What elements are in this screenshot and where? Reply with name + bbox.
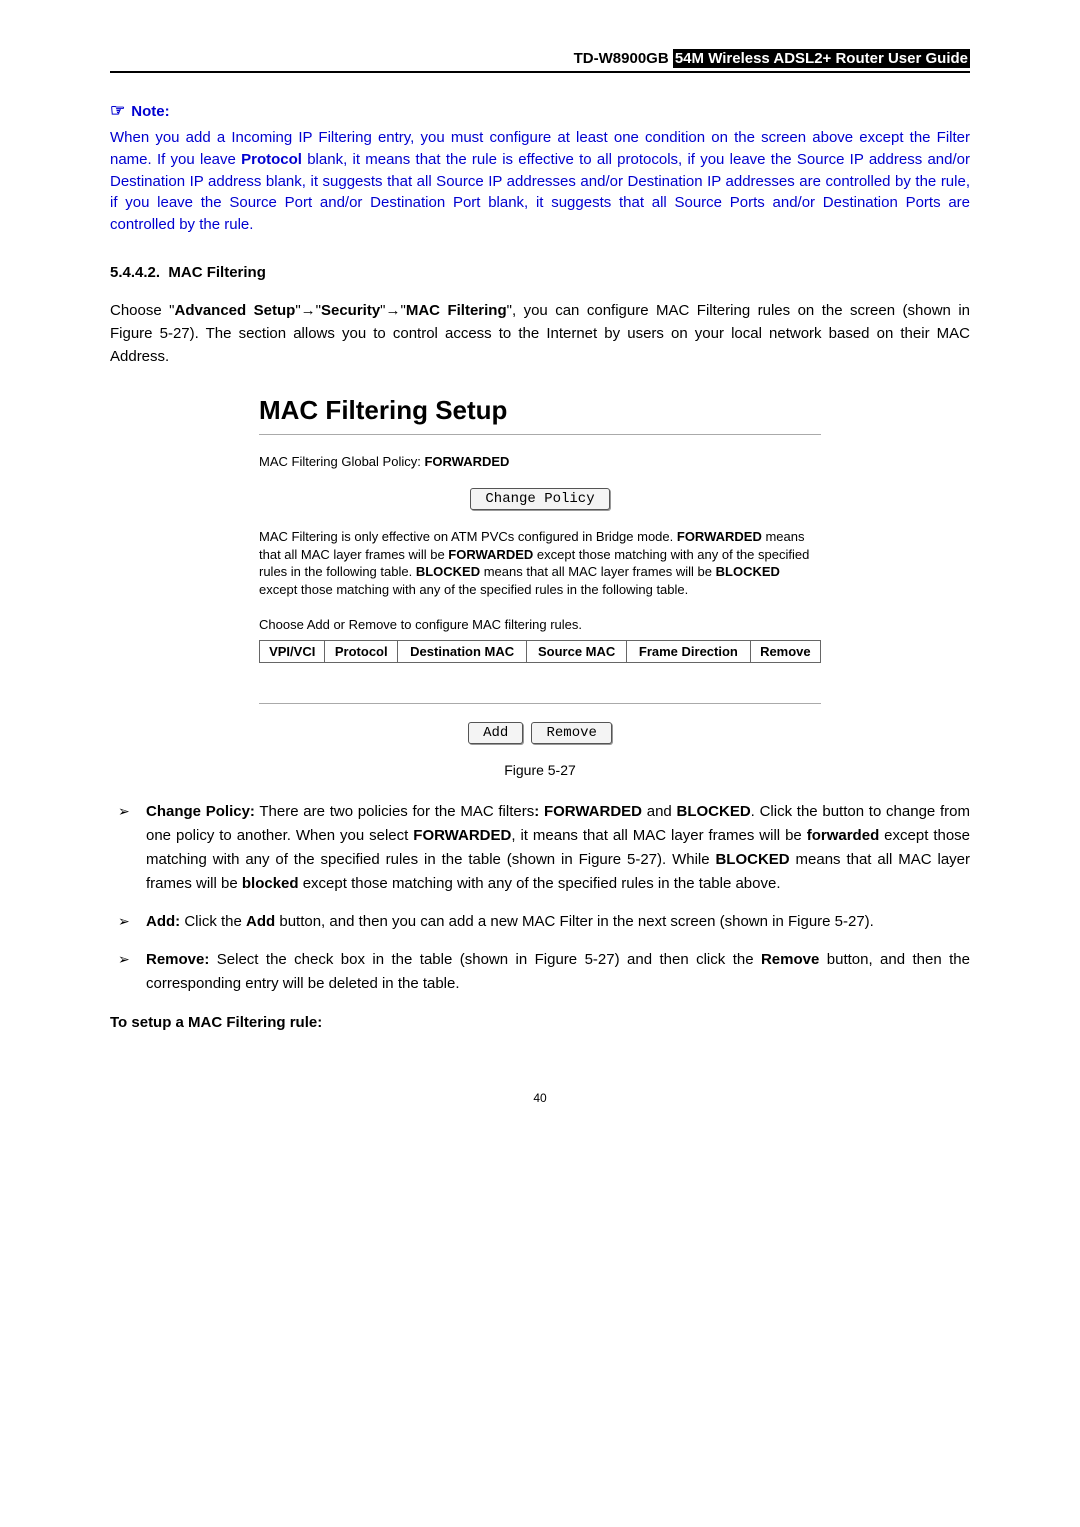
- desc-blocked: BLOCKED: [416, 564, 480, 579]
- t: Select the check box in the table (shown…: [209, 951, 761, 968]
- t: Remove: [761, 951, 819, 968]
- desc-forwarded2: FORWARDED: [448, 547, 533, 562]
- desc-end: except those matching with any of the sp…: [259, 582, 688, 597]
- intro-adv: Advanced Setup: [174, 302, 295, 319]
- col-framedir: Frame Direction: [627, 640, 751, 662]
- figure-screenshot: MAC Filtering Setup MAC Filtering Global…: [195, 389, 885, 744]
- t: Add: [246, 913, 275, 930]
- header-model: TD-W8900GB: [574, 50, 669, 67]
- remove-button[interactable]: Remove: [531, 722, 611, 744]
- intro-sec: Security: [321, 302, 380, 319]
- figure-divider: [259, 434, 821, 435]
- figure-description: MAC Filtering is only effective on ATM P…: [259, 528, 821, 598]
- t: BLOCKED: [715, 851, 789, 868]
- col-srcmac: Source MAC: [527, 640, 627, 662]
- change-policy-button[interactable]: Change Policy: [470, 488, 609, 510]
- figure-caption: Figure 5-27: [110, 762, 970, 778]
- col-vpivci: VPI/VCI: [260, 640, 325, 662]
- t: FORWARDED: [413, 827, 511, 844]
- t: except those matching with any of the sp…: [299, 875, 781, 892]
- t: : FORWARDED: [534, 803, 642, 820]
- list-item: Remove: Select the check box in the tabl…: [110, 948, 970, 996]
- bullet-label: Remove:: [146, 951, 209, 968]
- pointing-hand-icon: ☞: [110, 101, 125, 120]
- desc-forwarded: FORWARDED: [677, 529, 762, 544]
- intro-pre: Choose ": [110, 302, 174, 319]
- desc-pre: MAC Filtering is only effective on ATM P…: [259, 529, 677, 544]
- list-item: Change Policy: There are two policies fo…: [110, 800, 970, 896]
- section-title: MAC Filtering: [168, 264, 266, 281]
- intro-paragraph: Choose "Advanced Setup"→"Security"→"MAC …: [110, 299, 970, 369]
- add-button[interactable]: Add: [468, 722, 523, 744]
- col-protocol: Protocol: [325, 640, 398, 662]
- arrow-icon: "→": [295, 302, 321, 319]
- t: button, and then you can add a new MAC F…: [275, 913, 874, 930]
- arrow-icon: "→": [380, 302, 406, 319]
- t: There are two policies for the MAC filte…: [255, 803, 534, 820]
- desc-blocked2: BLOCKED: [716, 564, 780, 579]
- figure-title: MAC Filtering Setup: [259, 395, 885, 426]
- header-subtitle: 54M Wireless ADSL2+ Router User Guide: [673, 49, 970, 68]
- note-label: Note:: [131, 103, 169, 120]
- t: , it means that all MAC layer frames wil…: [511, 827, 806, 844]
- section-number: 5.4.4.2.: [110, 264, 160, 281]
- page-number: 40: [110, 1091, 970, 1105]
- col-destmac: Destination MAC: [398, 640, 527, 662]
- section-heading: 5.4.4.2. MAC Filtering: [110, 264, 970, 281]
- policy-line: MAC Filtering Global Policy: FORWARDED: [259, 453, 821, 471]
- table-header-row: VPI/VCI Protocol Destination MAC Source …: [260, 640, 821, 662]
- desc-mid3: means that all MAC layer frames will be: [480, 564, 716, 579]
- list-item: Add: Click the Add button, and then you …: [110, 910, 970, 934]
- t: forwarded: [807, 827, 880, 844]
- bullet-label: Change Policy:: [146, 803, 255, 820]
- note-body: When you add a Incoming IP Filtering ent…: [110, 127, 970, 236]
- policy-value: FORWARDED: [424, 454, 509, 469]
- col-remove: Remove: [750, 640, 820, 662]
- change-policy-row: Change Policy: [195, 488, 885, 510]
- t: and: [642, 803, 676, 820]
- figure-bottom-divider: [259, 703, 821, 704]
- intro-mf: MAC Filtering: [406, 302, 507, 319]
- document-page: TD-W8900GB 54M Wireless ADSL2+ Router Us…: [0, 0, 1080, 1165]
- mac-filter-table: VPI/VCI Protocol Destination MAC Source …: [259, 640, 821, 663]
- bullet-label: Add:: [146, 913, 180, 930]
- page-header: TD-W8900GB 54M Wireless ADSL2+ Router Us…: [110, 50, 970, 73]
- add-remove-row: Add Remove: [195, 722, 885, 744]
- note-heading: ☞ Note:: [110, 101, 970, 121]
- policy-label: MAC Filtering Global Policy:: [259, 454, 424, 469]
- choose-line: Choose Add or Remove to configure MAC fi…: [259, 616, 821, 634]
- t: BLOCKED: [677, 803, 751, 820]
- setup-rule-heading: To setup a MAC Filtering rule:: [110, 1014, 970, 1031]
- t: Click the: [180, 913, 246, 930]
- bullet-list: Change Policy: There are two policies fo…: [110, 800, 970, 996]
- t: blocked: [242, 875, 299, 892]
